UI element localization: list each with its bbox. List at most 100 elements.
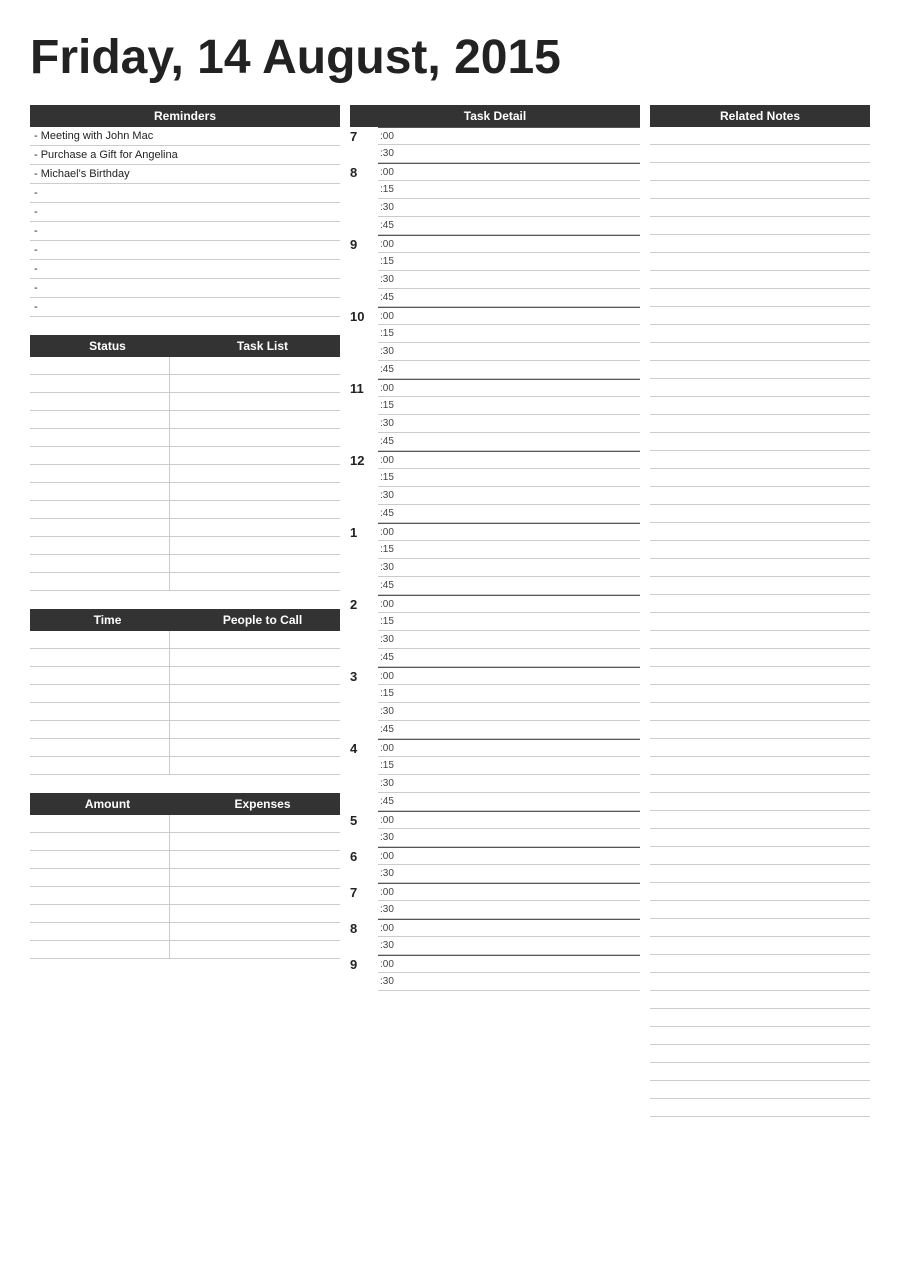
person-cell (170, 703, 341, 720)
task-hour-block: 11:00 :15 :30:45 (350, 379, 640, 451)
expense-desc-cell (170, 869, 341, 886)
tasklist-rows (30, 357, 340, 591)
task-slots: :00:15:30:45 (378, 235, 640, 307)
task-hour-number: 6 (350, 847, 378, 883)
task-slot-time: :30 (378, 868, 406, 879)
task-slot-time: :00 (378, 671, 406, 682)
task-slot: :45 (378, 505, 640, 523)
related-notes-section: Related Notes (650, 105, 870, 1117)
note-row (650, 181, 870, 199)
time-rows (30, 631, 340, 775)
note-row (650, 1081, 870, 1099)
task-hour-block: 8:00 :30 (350, 919, 640, 955)
time-row (30, 721, 340, 739)
expense-desc-cell (170, 851, 341, 868)
task-slot-time: :00 (378, 131, 406, 142)
reminder-row: - Michael's Birthday (30, 165, 340, 184)
note-row (650, 127, 870, 145)
note-row (650, 559, 870, 577)
task-slot-time: :15 (378, 400, 406, 411)
expense-row (30, 887, 340, 905)
task-slot: :00 (378, 379, 640, 397)
note-row (650, 433, 870, 451)
tasklist-section: Status Task List (30, 335, 340, 591)
task-slot: :00 (378, 127, 640, 145)
task-hour-number: 11 (350, 379, 378, 451)
task-slots: :00:30 (378, 847, 640, 883)
task-slot: :30 (378, 415, 640, 433)
tasklist-task-cell (170, 501, 341, 518)
tasklist-task-cell (170, 483, 341, 500)
task-slot: :00 (378, 307, 640, 325)
note-row (650, 1045, 870, 1063)
note-row (650, 487, 870, 505)
task-slots: :00:15:30:45 (378, 595, 640, 667)
note-row (650, 919, 870, 937)
people-to-call-header: Time People to Call (30, 609, 340, 631)
task-slot: :00 (378, 235, 640, 253)
reminder-row: - (30, 241, 340, 260)
expense-amount-cell (30, 941, 170, 958)
note-row (650, 613, 870, 631)
task-slot-time: :00 (378, 599, 406, 610)
notes-rows (650, 127, 870, 1117)
person-cell (170, 721, 341, 738)
task-slots: :00:15:30:45 (378, 163, 640, 235)
note-row (650, 883, 870, 901)
note-row (650, 1027, 870, 1045)
reminder-row: - (30, 279, 340, 298)
time-cell (30, 757, 170, 774)
note-row (650, 217, 870, 235)
task-slot: :45 (378, 433, 640, 451)
task-slot: :15 (378, 325, 640, 343)
person-cell (170, 757, 341, 774)
time-row (30, 757, 340, 775)
left-column: Reminders - Meeting with John Mac- Purch… (30, 105, 340, 1117)
task-slot: :00 (378, 523, 640, 541)
expense-row (30, 923, 340, 941)
task-slot-time: :30 (378, 202, 406, 213)
task-hour-block: 12:00:15:30:45 (350, 451, 640, 523)
task-slot-time: :30 (378, 832, 406, 843)
expense-row (30, 869, 340, 887)
task-slot-time: :30 (378, 148, 406, 159)
task-slots: :00 :30 (378, 919, 640, 955)
reminder-row: - Purchase a Gift for Angelina (30, 146, 340, 165)
note-row (650, 685, 870, 703)
person-cell (170, 649, 341, 666)
tasklist-task-cell (170, 465, 341, 482)
task-slot: :30 (378, 775, 640, 793)
task-hour-block: 2:00:15:30:45 (350, 595, 640, 667)
task-hour-number: 9 (350, 955, 378, 991)
task-hour-block: 5:00:30 (350, 811, 640, 847)
task-slot: :00 (378, 883, 640, 901)
expense-desc-cell (170, 905, 341, 922)
task-slot-time: :00 (378, 923, 406, 934)
tasklist-status-cell (30, 519, 170, 536)
task-slot: :30 (378, 973, 640, 991)
task-slot-time: :45 (378, 652, 406, 663)
tasklist-status-cell (30, 357, 170, 374)
task-slot: :00 (378, 163, 640, 181)
task-hour-number: 12 (350, 451, 378, 523)
task-slot-time: :30 (378, 562, 406, 573)
task-hour-number: 8 (350, 919, 378, 955)
time-cell (30, 685, 170, 702)
note-row (650, 289, 870, 307)
note-row (650, 163, 870, 181)
task-slot: :15 (378, 397, 640, 415)
tasklist-task-cell (170, 519, 341, 536)
tasklist-status-cell (30, 465, 170, 482)
task-detail-blocks: 7:00:308:00:15:30:459:00:15:30:4510:00:1… (350, 127, 640, 991)
reminder-row: - (30, 260, 340, 279)
expense-desc-cell (170, 887, 341, 904)
tasklist-status-cell (30, 483, 170, 500)
note-row (650, 577, 870, 595)
note-row (650, 415, 870, 433)
tasklist-task-cell (170, 357, 341, 374)
task-slot-time: :45 (378, 292, 406, 303)
expense-desc-cell (170, 815, 341, 832)
task-detail-section: Task Detail 7:00:308:00:15:30:459:00:15:… (350, 105, 640, 991)
task-slot-time: :30 (378, 940, 406, 951)
time-row (30, 739, 340, 757)
